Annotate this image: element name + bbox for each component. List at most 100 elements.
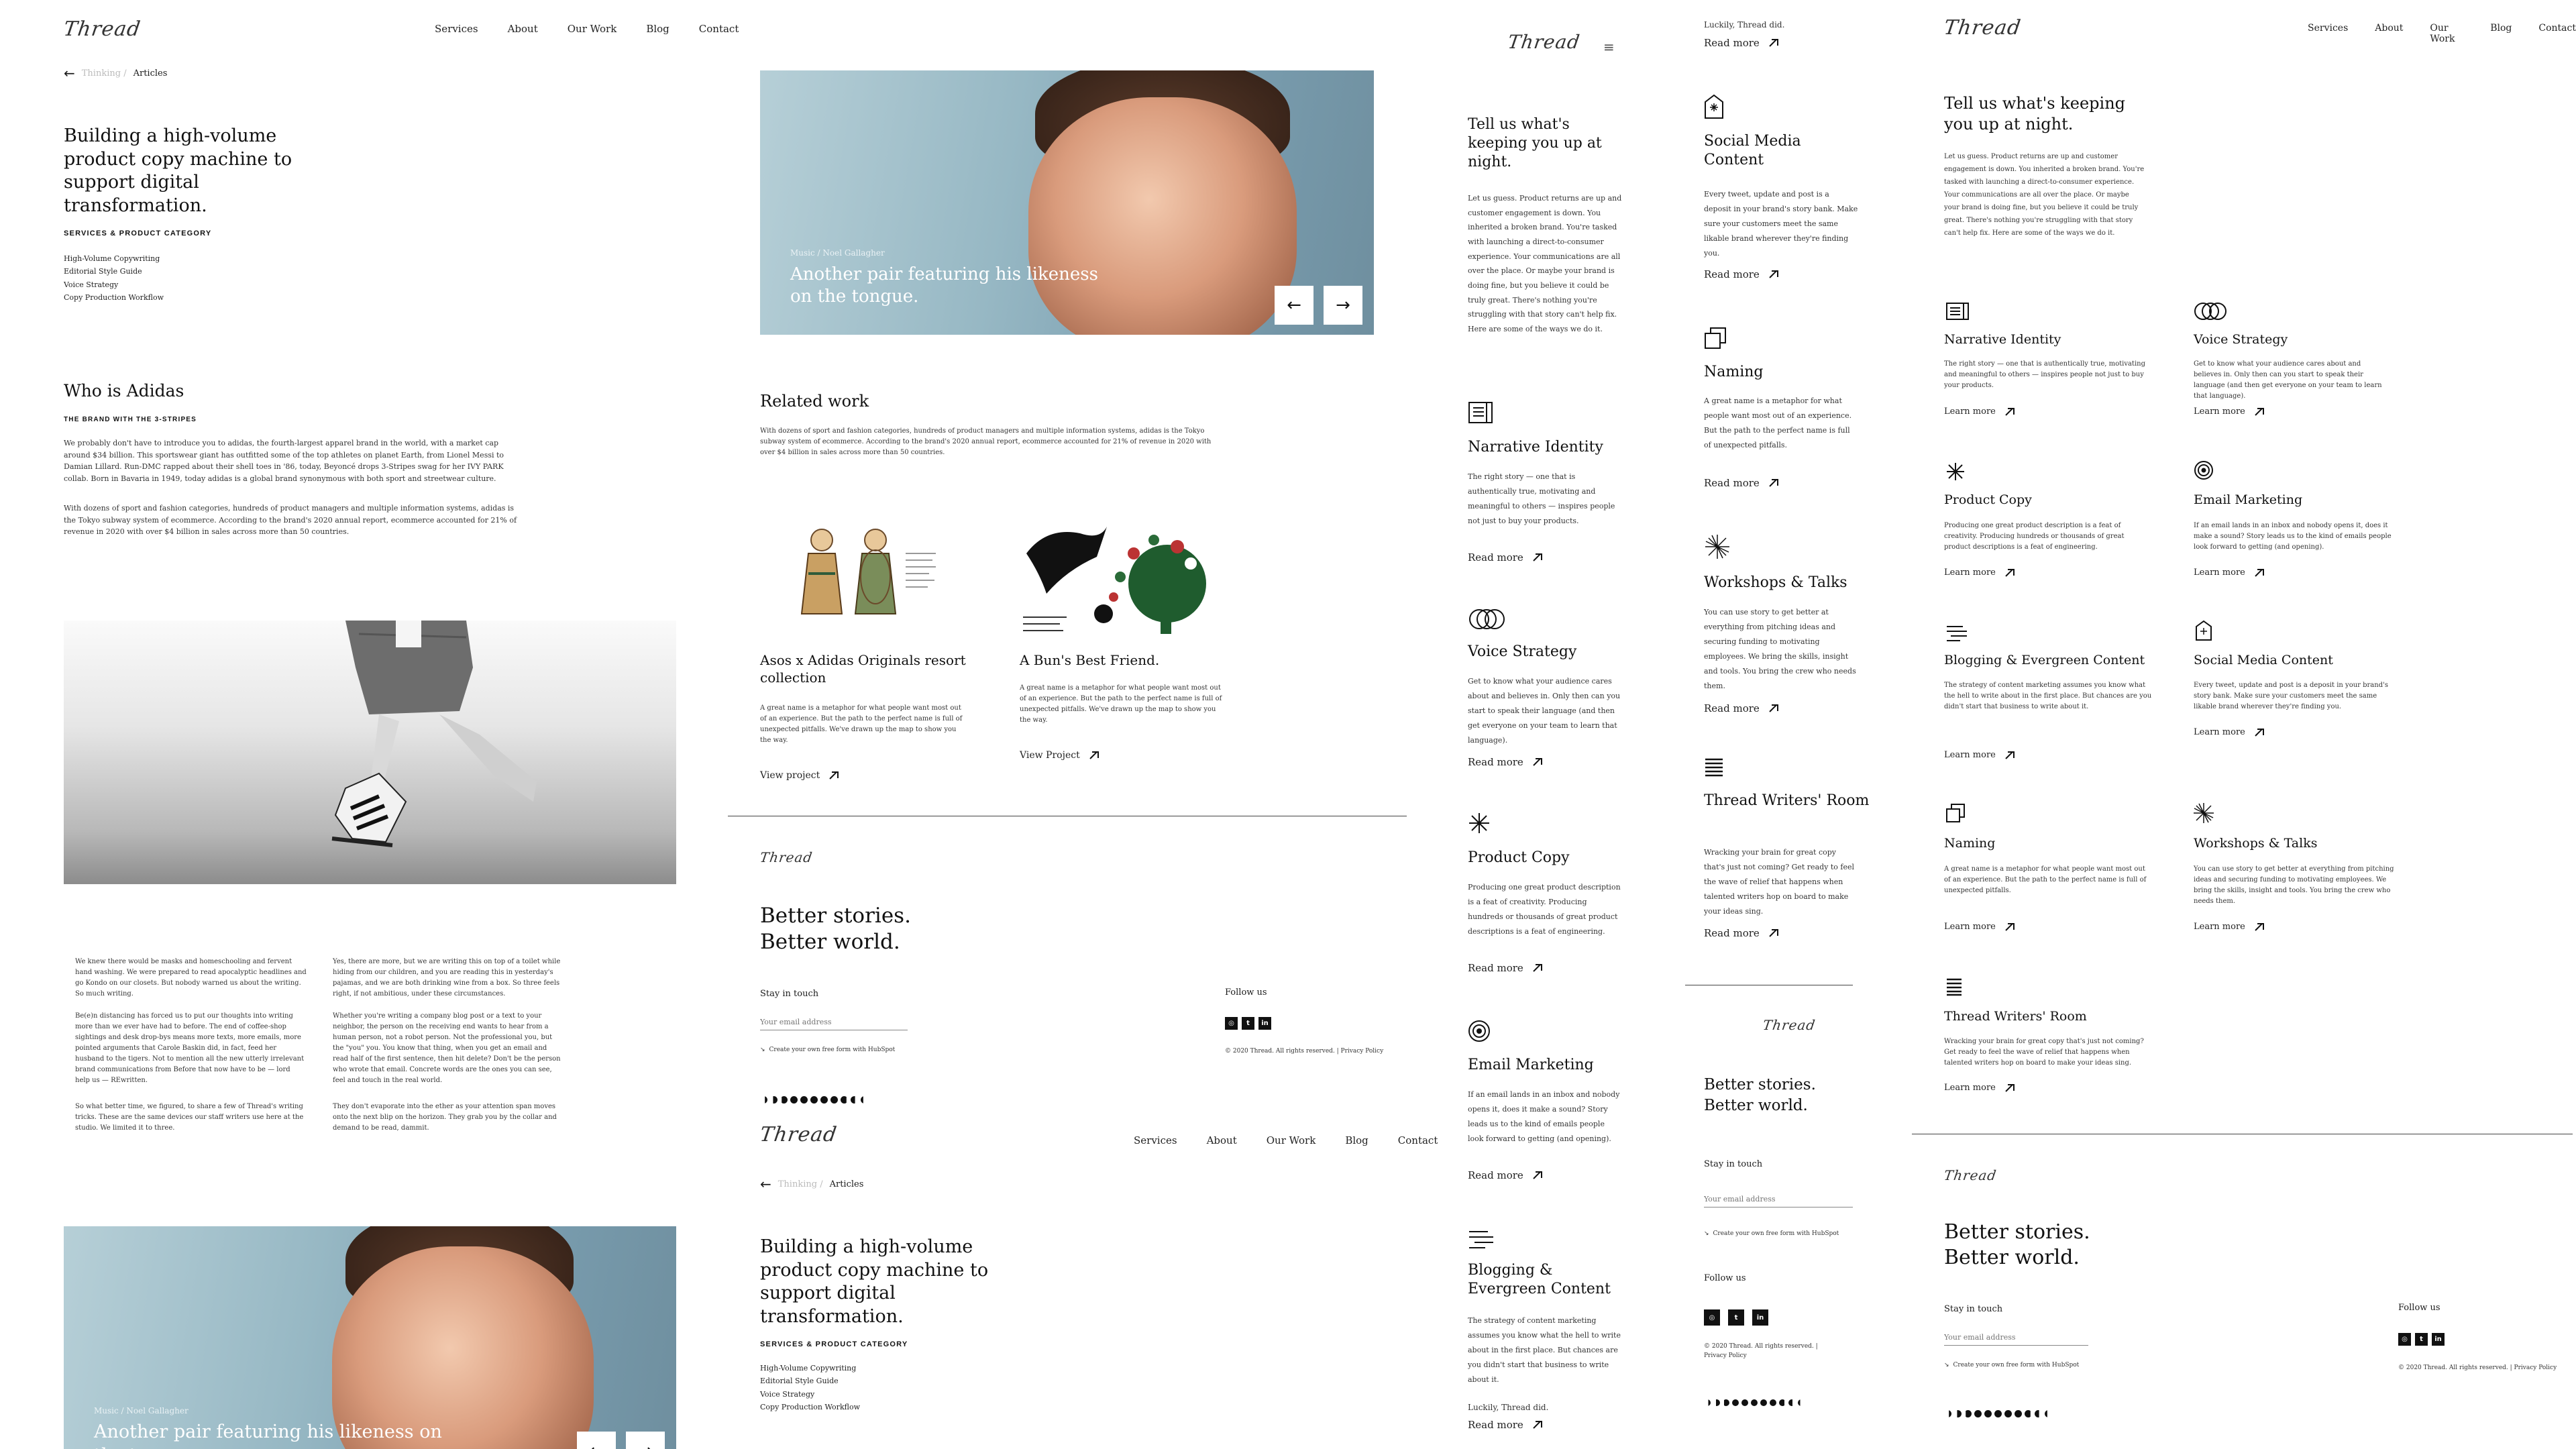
- linkedin-icon[interactable]: in: [1258, 1017, 1271, 1030]
- service-title[interactable]: Blogging & Evergreen Content: [1468, 1261, 1622, 1299]
- nav-our-work[interactable]: Our Work: [568, 23, 617, 35]
- service-title[interactable]: Email Marketing: [2194, 492, 2302, 508]
- footer-logo[interactable]: Thread: [759, 849, 814, 865]
- privacy-link[interactable]: Privacy Policy: [1704, 1351, 1818, 1360]
- related-item-title[interactable]: A Bun's Best Friend.: [1020, 652, 1241, 669]
- learn-more-link[interactable]: Learn more: [1944, 922, 2015, 932]
- prev-arrow-icon[interactable]: ←: [577, 1432, 616, 1449]
- email-input[interactable]: [760, 1014, 908, 1030]
- next-arrow-icon[interactable]: →: [626, 1432, 665, 1449]
- read-more-link[interactable]: Read more: [1468, 551, 1542, 564]
- learn-more-label: Learn more: [2194, 727, 2245, 737]
- instagram-icon[interactable]: ◎: [1225, 1017, 1238, 1030]
- instagram-icon[interactable]: ◎: [2398, 1333, 2411, 1346]
- nav-blog[interactable]: Blog: [2490, 23, 2512, 44]
- hamburger-menu-icon[interactable]: ≡: [1603, 39, 1615, 55]
- service-title[interactable]: Product Copy: [1944, 492, 2032, 508]
- read-more-link[interactable]: Read more: [1704, 37, 1778, 49]
- service-title[interactable]: Thread Writers' Room: [1944, 1008, 2087, 1024]
- read-more-link[interactable]: Read more: [1468, 756, 1542, 768]
- nav-about[interactable]: About: [2375, 23, 2403, 44]
- read-more-label: Read more: [1704, 268, 1760, 280]
- nav-about[interactable]: About: [508, 23, 538, 35]
- twitter-icon[interactable]: t: [1728, 1309, 1744, 1326]
- learn-more-link[interactable]: Learn more: [1944, 407, 2015, 417]
- nav-our-work[interactable]: Our Work: [2430, 23, 2463, 44]
- twitter-icon[interactable]: t: [2415, 1333, 2428, 1346]
- back-arrow-icon[interactable]: ←: [760, 1177, 771, 1191]
- service-desc: Producing one great product description …: [1468, 883, 1621, 936]
- learn-more-link[interactable]: Learn more: [2194, 407, 2264, 417]
- service-title[interactable]: Naming: [1944, 835, 1995, 851]
- hubspot-note[interactable]: ↘ Create your own free form with HubSpot: [760, 1046, 895, 1053]
- hubspot-note[interactable]: ↘ Create your own free form with HubSpot: [1704, 1230, 1839, 1237]
- email-input[interactable]: [1944, 1330, 2088, 1346]
- service-title[interactable]: Social Media Content: [1704, 132, 1865, 170]
- body-col2-p1: Yes, there are more, but we are writing …: [333, 958, 561, 998]
- read-more-link[interactable]: Read more: [1468, 962, 1542, 974]
- read-more-link[interactable]: Read more: [1704, 268, 1778, 280]
- learn-more-link[interactable]: Learn more: [1944, 568, 2015, 578]
- nav-contact[interactable]: Contact: [1398, 1134, 1438, 1146]
- learn-more-link[interactable]: Learn more: [2194, 922, 2264, 932]
- nav-services[interactable]: Services: [1134, 1134, 1177, 1146]
- read-more-link[interactable]: Read more: [1704, 477, 1778, 489]
- thread-logo[interactable]: Thread: [1943, 16, 2023, 40]
- instagram-icon[interactable]: ◎: [1704, 1309, 1720, 1326]
- service-title[interactable]: Narrative Identity: [1468, 438, 1603, 457]
- next-arrow-icon[interactable]: →: [1324, 286, 1362, 325]
- footer-logo[interactable]: Thread: [1943, 1167, 1998, 1183]
- back-arrow-icon[interactable]: ←: [64, 66, 75, 80]
- read-more-link[interactable]: Read more: [1468, 1169, 1542, 1181]
- service-title[interactable]: Workshops & Talks: [1704, 574, 1847, 592]
- linkedin-icon[interactable]: in: [1752, 1309, 1768, 1326]
- service-title[interactable]: Social Media Content: [2194, 652, 2333, 668]
- footer-logo[interactable]: Thread: [1762, 1017, 1817, 1033]
- related-item-title[interactable]: Asos x Adidas Originals resort collectio…: [760, 652, 981, 686]
- learn-more-link[interactable]: Learn more: [1944, 1083, 2015, 1093]
- breadcrumb-parent[interactable]: Thinking /: [778, 1179, 823, 1189]
- nav-contact[interactable]: Contact: [2538, 23, 2576, 44]
- nav-our-work[interactable]: Our Work: [1267, 1134, 1316, 1146]
- nav-services[interactable]: Services: [435, 23, 478, 35]
- service-title[interactable]: Product Copy: [1468, 849, 1570, 867]
- email-input[interactable]: [1704, 1191, 1853, 1208]
- tag-icon: [2196, 620, 2212, 641]
- nav-blog[interactable]: Blog: [1345, 1134, 1368, 1146]
- service-title[interactable]: Voice Strategy: [1468, 643, 1576, 661]
- twitter-icon[interactable]: t: [1242, 1017, 1254, 1030]
- service-title[interactable]: Thread Writers' Room: [1704, 792, 1878, 810]
- read-more-link[interactable]: Read more: [1704, 702, 1778, 714]
- social-links: ◎ t in: [1225, 1017, 1275, 1030]
- stay-in-touch: Stay in touch: [760, 989, 819, 999]
- view-project-link[interactable]: View project: [760, 770, 839, 781]
- learn-more-link[interactable]: Learn more: [1944, 750, 2015, 760]
- asterisk-icon: [1469, 813, 1489, 833]
- learn-more-link[interactable]: Learn more: [2194, 568, 2264, 578]
- service-title[interactable]: Naming: [1704, 363, 1764, 382]
- target-icon: [2194, 461, 2213, 480]
- service-title[interactable]: Blogging & Evergreen Content: [1944, 652, 2145, 668]
- read-more-link[interactable]: Read more: [1468, 1419, 1542, 1431]
- service-title[interactable]: Narrative Identity: [1944, 331, 2061, 347]
- thread-logo[interactable]: Thread: [759, 1123, 839, 1146]
- intro-heading: Tell us what's keeping you up at night.: [1468, 116, 1602, 171]
- service-title[interactable]: Voice Strategy: [2194, 331, 2288, 347]
- service-title[interactable]: Workshops & Talks: [2194, 835, 2317, 851]
- breadcrumb-parent[interactable]: Thinking /: [82, 68, 127, 78]
- nav-blog[interactable]: Blog: [646, 23, 669, 35]
- related-item-desc: A great name is a metaphor for what peop…: [760, 704, 963, 744]
- nav-about[interactable]: About: [1207, 1134, 1237, 1146]
- view-project-link[interactable]: View Project: [1020, 750, 1099, 761]
- nav-contact[interactable]: Contact: [699, 23, 739, 35]
- thread-logo[interactable]: Thread: [62, 17, 142, 41]
- hubspot-note[interactable]: ↘ Create your own free form with HubSpot: [1944, 1362, 2079, 1368]
- learn-more-link[interactable]: Learn more: [2194, 727, 2264, 737]
- prev-arrow-icon[interactable]: ←: [1275, 286, 1313, 325]
- read-more-link[interactable]: Read more: [1704, 927, 1778, 939]
- moon-phases-icon: [760, 1096, 868, 1104]
- nav-services[interactable]: Services: [2308, 23, 2348, 44]
- linkedin-icon[interactable]: in: [2432, 1333, 2445, 1346]
- thread-logo[interactable]: Thread: [1507, 31, 1582, 53]
- service-title[interactable]: Email Marketing: [1468, 1056, 1594, 1075]
